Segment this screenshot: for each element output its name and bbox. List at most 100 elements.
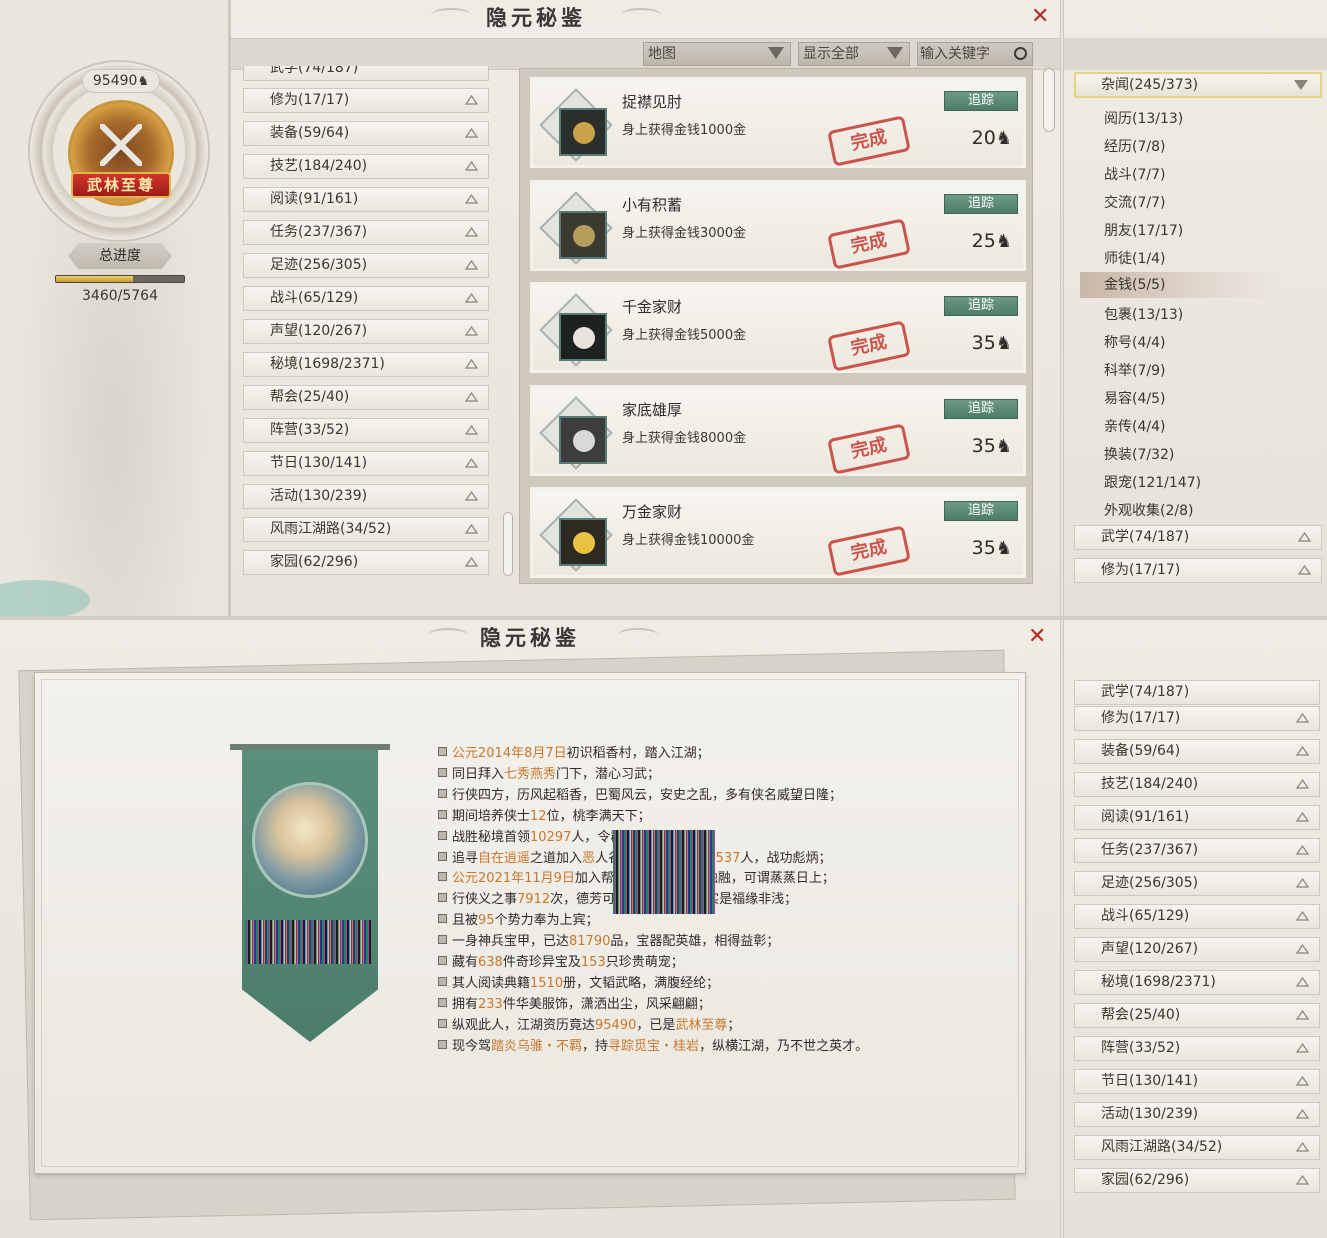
category-item[interactable]: 秘境(1698/2371) [1074, 970, 1320, 995]
category-item[interactable]: 风雨江湖路(34/52) [243, 517, 489, 542]
category-item[interactable]: 武学(74/187) [243, 66, 489, 81]
category-item[interactable]: 家园(62/296) [1074, 1168, 1320, 1193]
category-item[interactable]: 任务(237/367) [243, 220, 489, 245]
log-segment: 之道加入 [530, 850, 583, 866]
category-item[interactable]: 活动(130/239) [243, 484, 489, 509]
horse-icon: ♞ [137, 74, 150, 89]
log-segment: 其人阅读典籍 [452, 975, 531, 991]
category-item[interactable]: 阵营(33/52) [1074, 1036, 1320, 1061]
bottom-right-panel: 武学(74/187) 修为(17/17) 装备(59/64) 技艺(184/240)… [1064, 620, 1327, 1238]
achievement-card: 捉襟见肘 身上获得金钱1000金 追踪 完成 20♞ [528, 75, 1028, 170]
category-label: 技艺(184/240) [1101, 776, 1199, 792]
track-button[interactable]: 追踪 [944, 193, 1018, 214]
category-item[interactable]: 帮会(25/40) [1074, 1003, 1320, 1028]
achievement-scrollbar[interactable] [1043, 68, 1055, 132]
character-portrait [252, 782, 368, 898]
character-banner [230, 742, 390, 1042]
close-button[interactable]: ✕ [1031, 6, 1049, 28]
bullet-icon [438, 767, 447, 777]
category-item[interactable]: 阵营(33/52) [243, 418, 489, 443]
category-label: 帮会(25/40) [1101, 1007, 1181, 1023]
category-scrollbar[interactable] [503, 512, 513, 576]
track-button[interactable]: 追踪 [944, 296, 1018, 316]
category-item[interactable]: 阅读(91/161) [1074, 805, 1320, 830]
subcategory-item[interactable]: 朋友(17/17) [1104, 220, 1183, 240]
category-item[interactable]: 修为(17/17) [1074, 706, 1320, 731]
track-button[interactable]: 追踪 [944, 398, 1018, 419]
subcategory-item[interactable]: 易容(4/5) [1104, 388, 1165, 408]
expand-arrow-icon [1296, 1109, 1309, 1119]
subcategory-item[interactable]: 阅历(13/13) [1104, 108, 1183, 128]
expand-arrow-icon [465, 491, 478, 501]
subcategory-item[interactable]: 包裹(13/13) [1104, 304, 1183, 324]
right-category-header[interactable]: 杂闻(245/373) [1074, 72, 1322, 98]
subcategory-item[interactable]: 外观收集(2/8) [1104, 500, 1193, 520]
map-dropdown[interactable]: 地图 [643, 42, 791, 66]
category-item[interactable]: 节日(130/141) [243, 451, 489, 476]
log-segment: 12 [530, 808, 547, 824]
subcategory-item[interactable]: 师徒(1/4) [1104, 248, 1165, 268]
category-label: 战斗(65/129) [1101, 908, 1190, 924]
category-item[interactable]: 技艺(184/240) [1074, 772, 1320, 797]
medal-sword-cross [100, 124, 142, 166]
log-segment: 行侠义之事 [452, 892, 518, 908]
category-item[interactable]: 足迹(256/305) [243, 253, 489, 278]
category-item[interactable]: 武学(74/187) [1074, 680, 1320, 705]
progress-label: 总进度 [99, 248, 141, 264]
score-value: 95490 [92, 73, 138, 89]
subcategory-item[interactable]: 科举(7/9) [1104, 360, 1165, 380]
subcategory-item[interactable]: 经历(7/8) [1104, 136, 1165, 156]
category-item[interactable]: 帮会(25/40) [243, 385, 489, 410]
achievement-points: 35♞ [971, 332, 1012, 354]
category-item[interactable]: 战斗(65/129) [1074, 904, 1320, 929]
category-label: 技艺(184/240) [270, 158, 368, 174]
category-item[interactable]: 足迹(256/305) [1074, 871, 1320, 896]
category-item[interactable]: 家园(62/296) [243, 550, 489, 575]
category-item[interactable]: 声望(120/267) [243, 319, 489, 344]
subcategory-item[interactable]: 换装(7/32) [1104, 444, 1174, 464]
search-box[interactable]: 输入关键字 [917, 42, 1033, 66]
category-label: 任务(237/367) [1101, 842, 1199, 858]
horse-icon: ♞ [995, 435, 1012, 457]
category-item[interactable]: 技艺(184/240) [243, 154, 489, 179]
category-label: 阵营(33/52) [1101, 1040, 1181, 1056]
right-panel: 杂闻(245/373) 阅历(13/13) 经历(7/8) 战斗(7/7) 交流(7/… [1064, 0, 1327, 618]
expand-arrow-icon [1296, 1043, 1309, 1053]
category-item[interactable]: 修为(17/17) [243, 88, 489, 113]
category-item[interactable]: 活动(130/239) [1074, 1102, 1320, 1127]
expand-arrow-icon [465, 161, 478, 171]
category-item[interactable]: 阅读(91/161) [243, 187, 489, 212]
track-button[interactable]: 追踪 [944, 91, 1018, 111]
category-item[interactable]: 装备(59/64) [1074, 739, 1320, 764]
category-item[interactable]: 风雨江湖路(34/52) [1074, 1135, 1320, 1160]
subcategory-item[interactable]: 战斗(7/7) [1104, 164, 1165, 184]
category-item[interactable]: 修为(17/17) [1074, 558, 1322, 583]
bullet-icon [438, 872, 447, 882]
expand-arrow-icon [1296, 713, 1309, 723]
category-item[interactable]: 任务(237/367) [1074, 838, 1320, 863]
bullet-icon [438, 997, 447, 1007]
category-item[interactable]: 装备(59/64) [243, 121, 489, 146]
subcategory-item[interactable]: 金钱(5/5) [1080, 272, 1280, 298]
close-button[interactable]: ✕ [1028, 626, 1046, 648]
log-segment: 1510 [530, 975, 564, 991]
subcategory-item[interactable]: 亲传(4/4) [1104, 416, 1165, 436]
achievement-card: 家底雄厚 身上获得金钱8000金 追踪 完成 35♞ [528, 382, 1028, 478]
progress-bar-fill [56, 276, 133, 282]
subcategory-item[interactable]: 称号(4/4) [1104, 332, 1165, 352]
bullet-icon [438, 914, 447, 924]
display-dropdown[interactable]: 显示全部 [798, 42, 910, 66]
category-item[interactable]: 战斗(65/129) [243, 286, 489, 311]
log-segment: 藏有 [452, 955, 479, 970]
subcategory-item[interactable]: 跟宠(121/147) [1104, 472, 1201, 492]
category-item[interactable]: 秘境(1698/2371) [243, 352, 489, 377]
category-item[interactable]: 声望(120/267) [1074, 937, 1320, 962]
track-button[interactable]: 追踪 [944, 501, 1018, 521]
search-icon[interactable] [1014, 47, 1027, 60]
expand-arrow-icon [465, 128, 478, 138]
category-item[interactable]: 武学(74/187) [1074, 525, 1322, 550]
censored-name-bar [245, 920, 371, 964]
search-input[interactable]: 输入关键字 [920, 46, 990, 62]
subcategory-item[interactable]: 交流(7/7) [1104, 192, 1165, 212]
category-item[interactable]: 节日(130/141) [1074, 1069, 1320, 1094]
